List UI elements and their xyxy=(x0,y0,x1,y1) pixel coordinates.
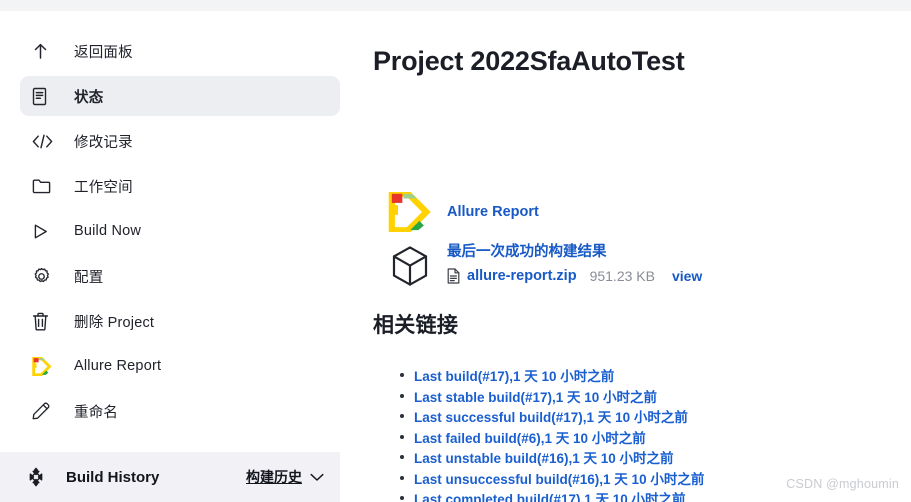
artifact-file-row: allure-report.zip 951.23 KB view xyxy=(447,268,702,284)
folder-icon xyxy=(32,175,58,197)
page-title: Project 2022SfaAutoTest xyxy=(373,46,685,76)
artifact-row: 最后一次成功的构建结果 allure-report.zip 951.23 KB … xyxy=(385,237,905,287)
sidebar-item-label: 返回面板 xyxy=(74,44,133,61)
pencil-icon xyxy=(32,400,58,422)
list-item[interactable]: Last stable build(#17),1 天 10 小时之前 xyxy=(396,386,896,407)
allure-report-link[interactable]: Allure Report xyxy=(447,204,539,220)
chevron-down-icon[interactable] xyxy=(310,473,324,482)
sidebar-item-label: 工作空间 xyxy=(74,179,133,196)
sidebar: 返回面板 状态 修改记录 工作空间 Build Now 配置 删除 Projec… xyxy=(0,11,360,502)
sidebar-item-label: Allure Report xyxy=(74,358,162,374)
sidebar-item-status[interactable]: 状态 xyxy=(20,76,340,116)
list-item[interactable]: Last build(#17),1 天 10 小时之前 xyxy=(396,365,896,386)
sidebar-item-changes[interactable]: 修改记录 xyxy=(20,121,340,161)
gear-icon xyxy=(32,265,58,287)
code-brackets-icon xyxy=(32,130,58,152)
related-links-title: 相关链接 xyxy=(373,314,459,337)
artifact-body: 最后一次成功的构建结果 allure-report.zip 951.23 KB … xyxy=(447,237,702,284)
sidebar-item-back-to-dashboard[interactable]: 返回面板 xyxy=(20,31,340,71)
sidebar-item-build-now[interactable]: Build Now xyxy=(20,211,340,251)
sidebar-item-label: Build Now xyxy=(74,223,142,239)
trash-icon xyxy=(32,310,58,332)
allure-logo-icon xyxy=(32,355,58,377)
status-document-icon xyxy=(32,85,58,107)
report-block: Allure Report 最后一次成功的构建结果 allure-report.… xyxy=(385,189,905,287)
list-item[interactable]: Last successful build(#17),1 天 10 小时之前 xyxy=(396,406,896,427)
list-item[interactable]: Last failed build(#6),1 天 10 小时之前 xyxy=(396,427,896,448)
last-successful-build-link[interactable]: 最后一次成功的构建结果 xyxy=(447,240,702,261)
top-strip xyxy=(0,0,911,11)
build-history-title: Build History xyxy=(66,468,160,486)
build-history-link[interactable]: 构建历史 xyxy=(246,467,302,487)
sidebar-item-label: 删除 Project xyxy=(74,314,155,331)
sidebar-item-workspace[interactable]: 工作空间 xyxy=(20,166,340,206)
build-history-bar[interactable]: Build History 构建历史 xyxy=(0,452,340,502)
file-document-icon xyxy=(447,268,460,284)
sidebar-item-label: 重命名 xyxy=(74,404,119,421)
arrow-up-icon xyxy=(32,40,58,62)
artifact-view-link[interactable]: view xyxy=(672,268,702,284)
allure-logo-icon xyxy=(385,192,435,232)
main-content: Project 2022SfaAutoTest Allure Report 最后… xyxy=(360,11,911,502)
build-history-actions: 构建历史 xyxy=(246,467,324,487)
allure-report-row[interactable]: Allure Report xyxy=(385,189,905,235)
weather-sun-icon xyxy=(24,465,50,489)
artifact-file-size: 951.23 KB xyxy=(589,268,655,284)
sidebar-item-allure-report[interactable]: Allure Report xyxy=(20,346,340,386)
watermark: CSDN @mghoumin xyxy=(786,477,899,491)
sidebar-item-label: 修改记录 xyxy=(74,134,133,151)
sidebar-nav: 返回面板 状态 修改记录 工作空间 Build Now 配置 删除 Projec… xyxy=(0,11,360,431)
sidebar-item-delete-project[interactable]: 删除 Project xyxy=(20,301,340,341)
sidebar-item-label: 状态 xyxy=(74,89,104,106)
artifact-file-link[interactable]: allure-report.zip xyxy=(467,268,577,284)
sidebar-item-label: 配置 xyxy=(74,269,104,286)
cube-icon xyxy=(385,237,435,287)
app-window: 返回面板 状态 修改记录 工作空间 Build Now 配置 删除 Projec… xyxy=(0,0,911,502)
list-item[interactable]: Last unstable build(#16),1 天 10 小时之前 xyxy=(396,447,896,468)
play-icon xyxy=(32,220,58,242)
sidebar-item-rename[interactable]: 重命名 xyxy=(20,391,340,431)
sidebar-item-configure[interactable]: 配置 xyxy=(20,256,340,296)
